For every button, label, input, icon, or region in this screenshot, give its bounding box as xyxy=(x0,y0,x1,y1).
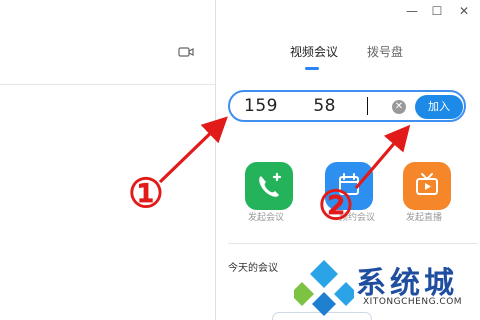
start-meeting-label: 发起会议 xyxy=(248,213,285,223)
meeting-id-input[interactable]: 159 58 xyxy=(244,96,394,118)
app-window: — ☐ ✕ 视频会议 拨号盘 159 58 ✕ 加入 发起会议 预约会议 发起直… xyxy=(0,0,480,320)
section-divider xyxy=(228,243,478,244)
today-meetings-title: 今天的会议 xyxy=(228,263,278,274)
watermark-url: XITONGCHENG.COM xyxy=(363,297,463,307)
join-button[interactable]: 加入 xyxy=(415,95,463,119)
minimize-button[interactable]: — xyxy=(405,4,419,18)
meeting-id-field[interactable]: 159 58 ✕ 加入 xyxy=(228,90,466,122)
close-button[interactable]: ✕ xyxy=(457,4,471,18)
tab-video-meeting[interactable]: 视频会议 xyxy=(290,43,338,60)
left-divider xyxy=(0,84,215,85)
watermark-logo-icon xyxy=(294,260,354,316)
tab-dial-pad[interactable]: 拨号盘 xyxy=(367,43,403,60)
annotation-number-one: ① xyxy=(128,170,164,217)
text-caret xyxy=(367,97,368,115)
maximize-button[interactable]: ☐ xyxy=(430,4,444,18)
annotation-number-two: ② xyxy=(318,182,354,229)
phone-plus-icon[interactable] xyxy=(245,162,293,210)
watermark-text: 系统城 xyxy=(356,266,458,301)
clear-icon[interactable]: ✕ xyxy=(392,100,406,114)
start-live-label: 发起直播 xyxy=(406,213,443,223)
tv-play-icon[interactable] xyxy=(403,162,451,210)
pane-divider xyxy=(215,0,216,320)
video-camera-icon[interactable] xyxy=(178,46,194,58)
active-tab-indicator xyxy=(305,67,319,70)
